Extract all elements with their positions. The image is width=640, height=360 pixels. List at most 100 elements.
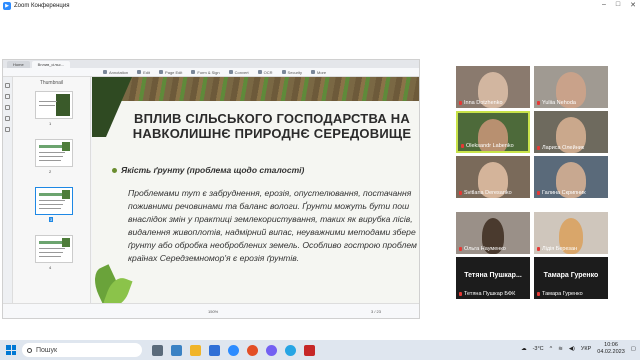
video-tile-no-video[interactable]: Тетяна Пушкар... Тетяна Пушкар БФК — [456, 257, 530, 299]
bullet-text: Якість ґрунту (проблема щодо сталості) — [121, 165, 305, 175]
toolbar-ocr[interactable]: OCR — [257, 70, 273, 75]
clock-date: 04.02.2023 — [597, 349, 625, 355]
body-line: ґрунту або обробка необроблених земель. … — [128, 240, 417, 250]
thumbnail-number: 2 — [49, 169, 52, 174]
thumbnail-page-1[interactable] — [35, 91, 73, 119]
chrome-icon[interactable] — [247, 344, 258, 356]
notifications-icon[interactable]: ▢ — [631, 346, 636, 352]
minimize-icon[interactable]: – — [602, 1, 606, 9]
participant-name-text: Ольга Науменко — [464, 246, 506, 252]
thumbnail-page-3[interactable] — [35, 187, 73, 215]
chevron-up-icon[interactable]: ^ — [550, 346, 553, 352]
zoom-logo-icon: ▶ — [3, 2, 11, 10]
language-indicator[interactable]: УКР — [581, 346, 591, 352]
store-icon[interactable] — [209, 344, 220, 356]
participant-display-name: Тамара Гуренко — [543, 272, 599, 279]
mic-muted-icon — [459, 191, 462, 195]
slide-title: ВПЛИВ СІЛЬСЬКОГО ГОСПОДАРСТВА НА НАВКОЛИ… — [122, 111, 419, 141]
video-tile-active-speaker[interactable]: Oleksandr Labenko — [456, 111, 530, 153]
volume-icon[interactable]: ◀) — [569, 346, 575, 352]
participant-name-text: Svitlana Deresanko — [464, 190, 512, 196]
video-tile[interactable]: Галина Скрипник — [534, 156, 608, 198]
slide-bullet: Якість ґрунту (проблема щодо сталості) — [112, 165, 304, 175]
toolbar-page-edit[interactable]: Page Edit — [159, 70, 182, 75]
zoom-app-icon[interactable] — [228, 344, 239, 356]
pdf-toolbar: Annotation Edit Page Edit Form & Sign Co… — [3, 68, 419, 77]
windows-taskbar: Пошук ☁ -3°C ^ ≋ ◀) УКР 10:06 04.02.2023… — [0, 340, 640, 360]
task-view-icon[interactable] — [152, 344, 163, 356]
thumbnail-page-4[interactable] — [35, 235, 73, 263]
mic-muted-icon — [537, 101, 540, 105]
slide-body: Проблемами тут є забруднення, ерозія, оп… — [128, 187, 419, 265]
page-indicator[interactable]: 3 / 23 — [371, 309, 381, 314]
participant-name: Лідія Березан — [537, 246, 577, 252]
search-icon[interactable] — [5, 127, 10, 132]
mic-muted-icon — [459, 101, 462, 105]
video-tile[interactable]: Yuliia Nehoda — [534, 66, 608, 108]
pdf-left-rail — [3, 77, 13, 303]
pdf-reader-icon[interactable] — [304, 344, 315, 356]
video-tile[interactable]: Inna Dotzhenko — [456, 66, 530, 108]
thumbnail-header: Thumbnail — [39, 80, 64, 86]
toolbar-edit[interactable]: Edit — [137, 70, 150, 75]
tab-home[interactable]: Home — [7, 61, 30, 68]
thumbnail-number: 3 — [49, 217, 54, 222]
thumbnail-page-2[interactable] — [35, 139, 73, 167]
body-line: країнах Середземномор'я є ерозія ґрунтів… — [128, 253, 300, 263]
video-tile[interactable]: Svitlana Deresanko — [456, 156, 530, 198]
participant-name: Svitlana Deresanko — [459, 190, 512, 196]
toolbar-security[interactable]: Security — [281, 70, 302, 75]
toolbar-label: More — [317, 69, 327, 75]
participant-name: Тетяна Пушкар БФК — [459, 291, 515, 297]
taskbar-clock[interactable]: 10:06 04.02.2023 — [597, 342, 625, 356]
comment-icon[interactable] — [5, 105, 10, 110]
thumbnail-panel: Thumbnail 1 2 3 4 — [13, 77, 91, 303]
more-icon — [311, 70, 315, 74]
thumbnail-number: 4 — [49, 265, 52, 270]
thumbnail-number: 1 — [49, 121, 52, 126]
body-line: внаслідок змін у практиці землекористува… — [128, 214, 413, 224]
toolbar-more[interactable]: More — [311, 70, 326, 75]
telegram-icon[interactable] — [285, 344, 296, 356]
video-tile[interactable]: Ольга Науменко — [456, 212, 530, 254]
body-line: Проблемами тут є забруднення, ерозія, оп… — [128, 188, 412, 198]
search-placeholder: Пошук — [36, 346, 58, 354]
thumbnails-icon[interactable] — [5, 83, 10, 88]
edit-icon — [137, 70, 142, 74]
weather-icon[interactable]: ☁ — [521, 346, 527, 352]
attachment-icon[interactable] — [5, 116, 10, 121]
maximize-icon[interactable]: □ — [616, 1, 620, 9]
window-title: Zoom Конференция — [14, 3, 70, 9]
search-icon — [27, 347, 32, 353]
zoom-level[interactable]: 150% — [208, 309, 218, 314]
video-tile[interactable]: Лідія Березан — [534, 212, 608, 254]
viber-icon[interactable] — [266, 344, 277, 356]
participant-name-text: Лідія Березан — [542, 246, 578, 252]
weather-temperature[interactable]: -3°C — [533, 346, 544, 352]
edge-browser-icon[interactable] — [171, 344, 182, 356]
bookmark-icon[interactable] — [5, 94, 10, 99]
tab-document[interactable]: Вплив_сільс... — [31, 61, 71, 68]
close-icon[interactable]: ✕ — [630, 1, 636, 9]
windows-start-icon[interactable] — [6, 345, 16, 355]
video-tile-no-video[interactable]: Тамара Гуренко Тамара Гуренко — [534, 257, 608, 299]
video-tile[interactable]: Лариса Олейник — [534, 111, 608, 153]
slide-page: ВПЛИВ СІЛЬСЬКОГО ГОСПОДАРСТВА НА НАВКОЛИ… — [92, 77, 419, 303]
field-banner-image — [92, 77, 419, 101]
taskbar-search-box[interactable]: Пошук — [22, 343, 142, 357]
meeting-area: Home Вплив_сільс... Annotation Edit Page… — [0, 12, 640, 340]
toolbar-convert[interactable]: Convert — [228, 70, 249, 75]
participant-name-text: Oleksandr Labenko — [466, 143, 514, 149]
mic-muted-icon — [461, 144, 464, 148]
body-line: видалення живоплотів, надмірний випас, н… — [128, 227, 416, 237]
toolbar-form-sign[interactable]: Form & Sign — [191, 70, 220, 75]
file-explorer-icon[interactable] — [190, 344, 201, 356]
toolbar-label: Page Edit — [165, 69, 183, 75]
toolbar-annotation[interactable]: Annotation — [103, 70, 128, 75]
network-icon[interactable]: ≋ — [558, 346, 563, 352]
participant-name-text: Yuliia Nehoda — [542, 100, 576, 106]
convert-icon — [228, 70, 233, 74]
pdf-tab-strip: Home Вплив_сільс... — [3, 60, 419, 68]
mic-muted-icon — [459, 292, 462, 296]
toolbar-label: Edit — [143, 69, 151, 75]
